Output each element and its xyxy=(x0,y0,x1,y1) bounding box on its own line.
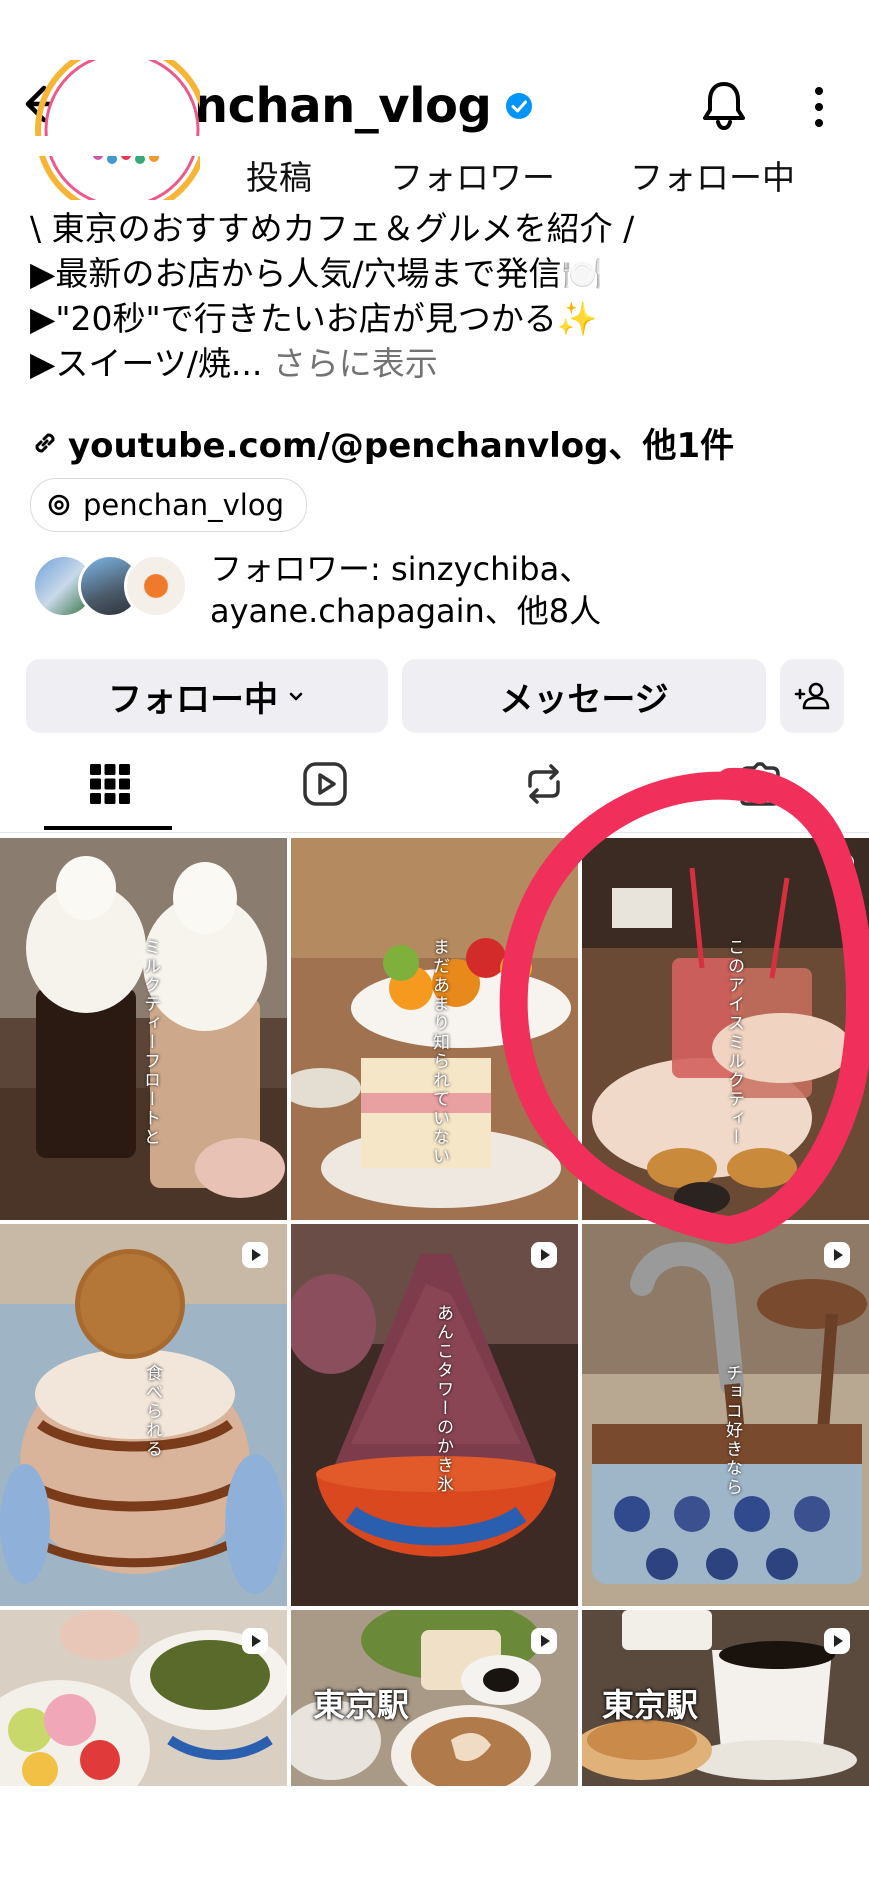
bell-icon[interactable] xyxy=(700,78,748,130)
threads-handle[interactable]: penchan_vlog xyxy=(83,488,284,522)
location-label: 東京駅 xyxy=(602,1686,699,1724)
bio-link[interactable]: youtube.com/@penchanvlog、他1件 xyxy=(30,418,734,467)
followed-by-text[interactable]: フォロワー: sinzychiba、 ayane.chapagain、他8人 xyxy=(210,548,601,632)
more-options-icon[interactable] xyxy=(806,84,832,130)
avatar xyxy=(124,554,188,618)
post-caption-overlay: 食べられる xyxy=(142,1364,162,1459)
post-caption-overlay: あんこタワーのかき氷 xyxy=(433,1304,453,1494)
grid-icon[interactable] xyxy=(86,760,134,808)
followers-label[interactable]: フォロワー xyxy=(390,152,555,192)
reel-badge-icon xyxy=(242,1628,268,1654)
bio-link-text[interactable]: youtube.com/@penchanvlog、他1件 xyxy=(68,418,734,467)
bio-line-3: ▶"20秒"で行きたいお店が見つかる✨ xyxy=(30,299,598,338)
verified-badge-icon xyxy=(506,93,533,119)
post-caption-overlay: チョコ好きなら xyxy=(722,1364,742,1497)
followed-by-row[interactable]: フォロワー: sinzychiba、 ayane.chapagain、他8人 xyxy=(32,548,601,632)
reel-badge-icon xyxy=(531,1628,557,1654)
threads-icon xyxy=(48,494,70,516)
location-label: 東京駅 xyxy=(313,1686,410,1724)
add-person-icon xyxy=(794,682,830,710)
posts-label[interactable]: 投稿 xyxy=(246,152,312,192)
chevron-down-icon xyxy=(289,692,303,701)
bio-line-4: ▶スイーツ/焼... さらに表示 xyxy=(30,341,850,386)
post-thumbnail[interactable]: ミルクティーフロートと xyxy=(0,838,287,1220)
post-thumbnail[interactable]: 東京駅 xyxy=(291,1610,578,1786)
bio-line-2: ▶最新のお店から人気/穴場まで発信🍽️ xyxy=(30,254,603,293)
following-label[interactable]: フォロー中 xyxy=(630,152,795,192)
bio-truncated-text: ▶スイーツ/焼... xyxy=(30,344,263,383)
followed-by-line-2: ayane.chapagain、他8人 xyxy=(210,592,602,630)
bio-line-1: \ 東京のおすすめカフェ＆グルメを紹介 / xyxy=(30,209,635,248)
following-button-label: フォロー中 xyxy=(108,679,278,720)
reels-icon[interactable] xyxy=(301,760,349,808)
reel-badge-icon xyxy=(242,1242,268,1268)
message-button-label: メッセージ xyxy=(499,679,669,720)
profile-avatar[interactable] xyxy=(30,60,200,200)
post-thumbnail[interactable] xyxy=(0,1610,287,1786)
threads-profile-chip[interactable]: penchan_vlog xyxy=(30,478,307,532)
reel-badge-icon xyxy=(824,1628,850,1654)
annotation-circle xyxy=(499,767,869,1244)
post-caption-overlay: ミルクティーフロートと xyxy=(140,938,160,1147)
message-button[interactable]: メッセージ xyxy=(402,659,766,733)
active-tab-indicator xyxy=(44,826,172,830)
post-caption-overlay: まだあまり知られていない xyxy=(429,938,449,1166)
follower-avatars xyxy=(32,554,202,624)
post-thumbnail[interactable]: 食べられる xyxy=(0,1224,287,1606)
post-thumbnail[interactable]: 東京駅 xyxy=(582,1610,869,1786)
bio: \ 東京のおすすめカフェ＆グルメを紹介 / ▶最新のお店から人気/穴場まで発信🍽… xyxy=(30,206,850,386)
followed-by-line-1: フォロワー: sinzychiba、 xyxy=(210,550,592,588)
suggest-people-button[interactable] xyxy=(780,659,844,733)
following-button[interactable]: フォロー中 xyxy=(26,659,388,733)
link-icon xyxy=(35,433,55,452)
see-more-link[interactable]: さらに表示 xyxy=(262,344,438,383)
